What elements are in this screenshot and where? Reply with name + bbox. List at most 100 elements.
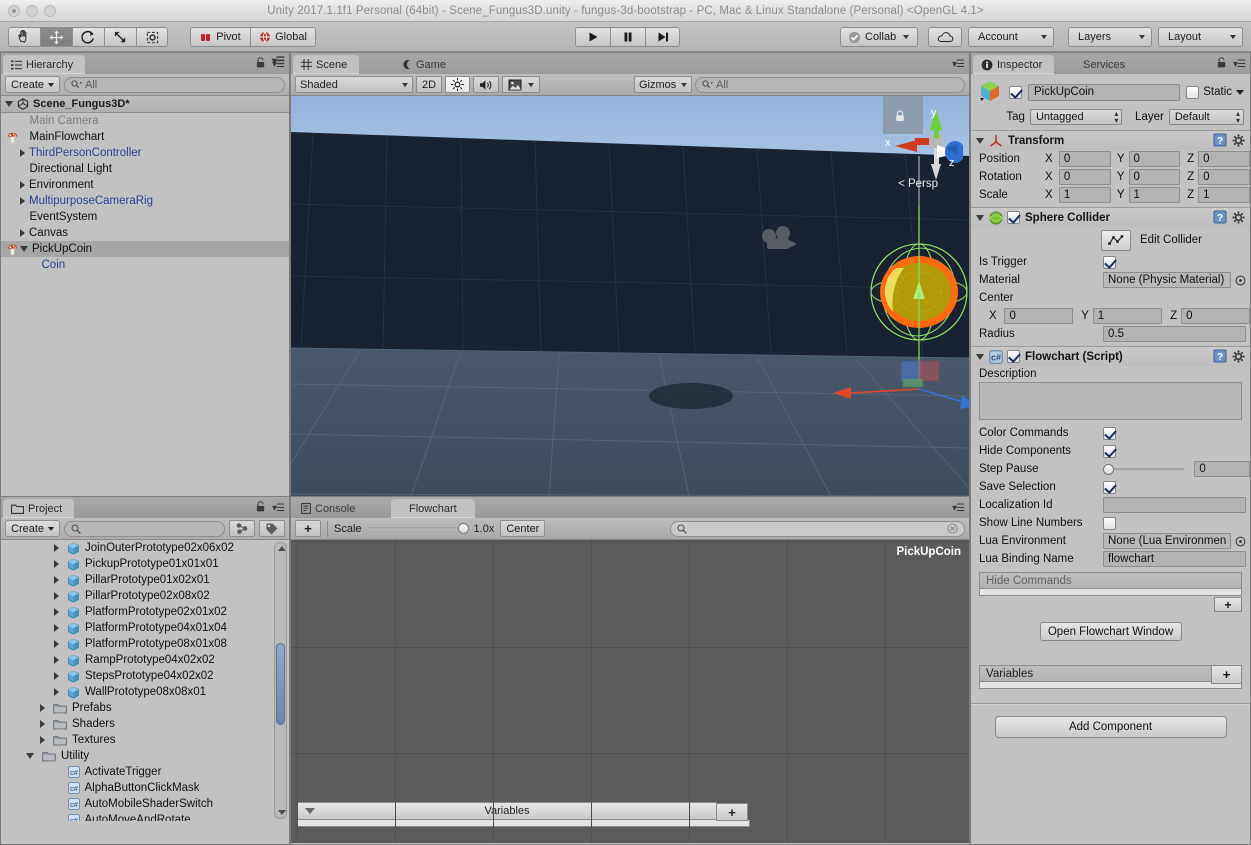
scene-gizmo-lock-icon[interactable] [895, 110, 905, 122]
sphere-collider-enabled-checkbox[interactable] [1007, 211, 1020, 224]
project-scroll-thumb[interactable] [276, 643, 285, 725]
chevron-down-icon[interactable] [20, 246, 28, 252]
flowchart-enabled-checkbox[interactable] [1007, 350, 1020, 363]
tab-flowchart[interactable]: Flowchart [391, 499, 475, 518]
transform-component-header[interactable]: Transform ? [971, 131, 1250, 150]
close-window-button[interactable] [8, 5, 20, 17]
chevron-down-icon[interactable] [976, 353, 984, 360]
project-item-utility[interactable]: Utility [1, 748, 289, 764]
scene-lighting-toggle[interactable] [445, 76, 471, 93]
flowchart-menu-icon[interactable]: ▾☰ [952, 503, 965, 514]
project-item-pillarprototype02x08x02[interactable]: PillarPrototype02x08x02 [1, 588, 289, 604]
step-pause-slider[interactable] [1103, 463, 1185, 475]
chevron-right-icon[interactable] [20, 149, 25, 157]
flowchart-variables-header[interactable]: Variables + [297, 802, 748, 821]
scene-menu-icon[interactable]: ▾☰ [952, 59, 965, 70]
clear-search-icon[interactable] [947, 523, 958, 534]
chevron-down-icon[interactable] [976, 214, 984, 221]
transform-scale-y-field[interactable]: 1 [1128, 187, 1181, 203]
physic-material-field[interactable]: None (Physic Material) [1103, 272, 1231, 288]
scene-gizmos-dropdown[interactable]: Gizmos [634, 76, 692, 93]
hierarchy-item-coin[interactable]: Coin [1, 257, 289, 273]
chevron-down-icon[interactable] [5, 101, 13, 107]
tab-services[interactable]: Services [1075, 55, 1137, 74]
object-picker-icon[interactable] [1235, 275, 1246, 286]
project-search-input[interactable] [64, 520, 225, 537]
scene-search-input[interactable]: All [695, 76, 965, 93]
transform-scale-z-field[interactable]: 1 [1198, 187, 1250, 203]
chevron-right-icon[interactable] [54, 640, 59, 648]
sphere-collider-header[interactable]: Sphere Collider ? [971, 208, 1250, 227]
gameobject-enabled-checkbox[interactable] [1009, 85, 1022, 99]
flowchart-scale-slider[interactable] [367, 523, 469, 534]
hierarchy-item-main-camera[interactable]: Main Camera [1, 113, 289, 129]
center-y-field[interactable]: 1 [1092, 308, 1162, 324]
chevron-right-icon[interactable] [40, 720, 45, 728]
chevron-right-icon[interactable] [54, 624, 59, 632]
gear-icon[interactable] [1232, 350, 1245, 363]
project-item-pickupprototype01x01x01[interactable]: PickupPrototype01x01x01 [1, 556, 289, 572]
lua-environment-field[interactable]: None (Lua Environmen [1103, 533, 1231, 549]
chevron-right-icon[interactable] [54, 544, 59, 552]
static-checkbox[interactable] [1186, 85, 1200, 99]
description-textarea[interactable] [979, 382, 1242, 420]
tab-project[interactable]: Project [3, 499, 75, 518]
scene-effects-toggle[interactable] [502, 76, 541, 93]
localization-id-field[interactable] [1103, 497, 1246, 513]
account-button[interactable]: Account [968, 27, 1054, 47]
chevron-down-icon[interactable] [26, 753, 34, 759]
scroll-up-arrow-icon[interactable] [277, 546, 286, 551]
hierarchy-scene-row[interactable]: Scene_Fungus3D* ▾☰ [1, 56, 289, 113]
minimize-window-button[interactable] [26, 5, 38, 17]
project-create-button[interactable]: Create [5, 520, 61, 537]
project-item-platformprototype02x01x02[interactable]: PlatformPrototype02x01x02 [1, 604, 289, 620]
pause-button[interactable] [610, 27, 645, 47]
lock-icon[interactable] [256, 57, 265, 68]
cloud-button[interactable] [928, 27, 962, 47]
help-icon[interactable]: ? [1213, 349, 1227, 363]
chevron-right-icon[interactable] [20, 181, 25, 189]
scene-2d-toggle[interactable]: 2D [416, 76, 443, 93]
pivot-button[interactable]: Pivot [190, 27, 250, 47]
layers-button[interactable]: Layers [1068, 27, 1152, 47]
hierarchy-search-input[interactable]: All [64, 76, 285, 93]
lock-icon[interactable] [1217, 57, 1226, 68]
flowchart-add-block-button[interactable]: + [295, 520, 321, 537]
project-filter-type-button[interactable] [229, 520, 255, 537]
hierarchy-item-multipurposecamerarig[interactable]: MultipurposeCameraRig [1, 193, 289, 209]
step-pause-field[interactable]: 0 [1194, 461, 1250, 477]
project-item-automoveandrotate[interactable]: c# AutoMoveAndRotate [1, 812, 289, 821]
tab-console[interactable]: Console [293, 499, 367, 518]
flowchart-search-input[interactable] [670, 520, 965, 537]
project-item-platformprototype08x01x08[interactable]: PlatformPrototype08x01x08 [1, 636, 289, 652]
hide-commands-header[interactable]: Hide Commands [979, 572, 1242, 589]
project-item-shaders[interactable]: Shaders [1, 716, 289, 732]
flowchart-canvas[interactable]: PickUpCoin Variables + [291, 540, 969, 843]
hide-components-checkbox[interactable] [1103, 444, 1116, 458]
scale-tool-button[interactable] [104, 27, 136, 47]
layout-button[interactable]: Layout [1158, 27, 1243, 47]
chevron-right-icon[interactable] [54, 672, 59, 680]
transform-position-x-field[interactable]: 0 [1058, 151, 1111, 167]
window-controls[interactable] [8, 0, 56, 22]
chevron-down-icon[interactable] [1236, 89, 1244, 95]
project-item-prefabs[interactable]: Prefabs [1, 700, 289, 716]
flowchart-variables-add-button[interactable]: + [716, 803, 748, 821]
play-button[interactable] [575, 27, 610, 47]
flowchart-component-header[interactable]: c# Flowchart (Script) ? [971, 347, 1250, 366]
transform-position-z-field[interactable]: 0 [1198, 151, 1250, 167]
step-button[interactable] [645, 27, 680, 47]
project-scrollbar[interactable] [274, 542, 287, 819]
project-item-pillarprototype01x02x01[interactable]: PillarPrototype01x02x01 [1, 572, 289, 588]
transform-rotation-x-field[interactable]: 0 [1058, 169, 1111, 185]
object-picker-icon[interactable] [1235, 536, 1246, 547]
project-item-platformprototype04x01x04[interactable]: PlatformPrototype04x01x04 [1, 620, 289, 636]
transform-rotation-z-field[interactable]: 0 [1198, 169, 1250, 185]
hand-tool-button[interactable] [8, 27, 40, 47]
project-item-rampprototype04x02x02[interactable]: RampPrototype04x02x02 [1, 652, 289, 668]
chevron-right-icon[interactable] [54, 656, 59, 664]
chevron-right-icon[interactable] [54, 608, 59, 616]
transform-position-y-field[interactable]: 0 [1128, 151, 1181, 167]
rotate-tool-button[interactable] [72, 27, 104, 47]
tab-inspector[interactable]: Inspector [973, 55, 1055, 74]
